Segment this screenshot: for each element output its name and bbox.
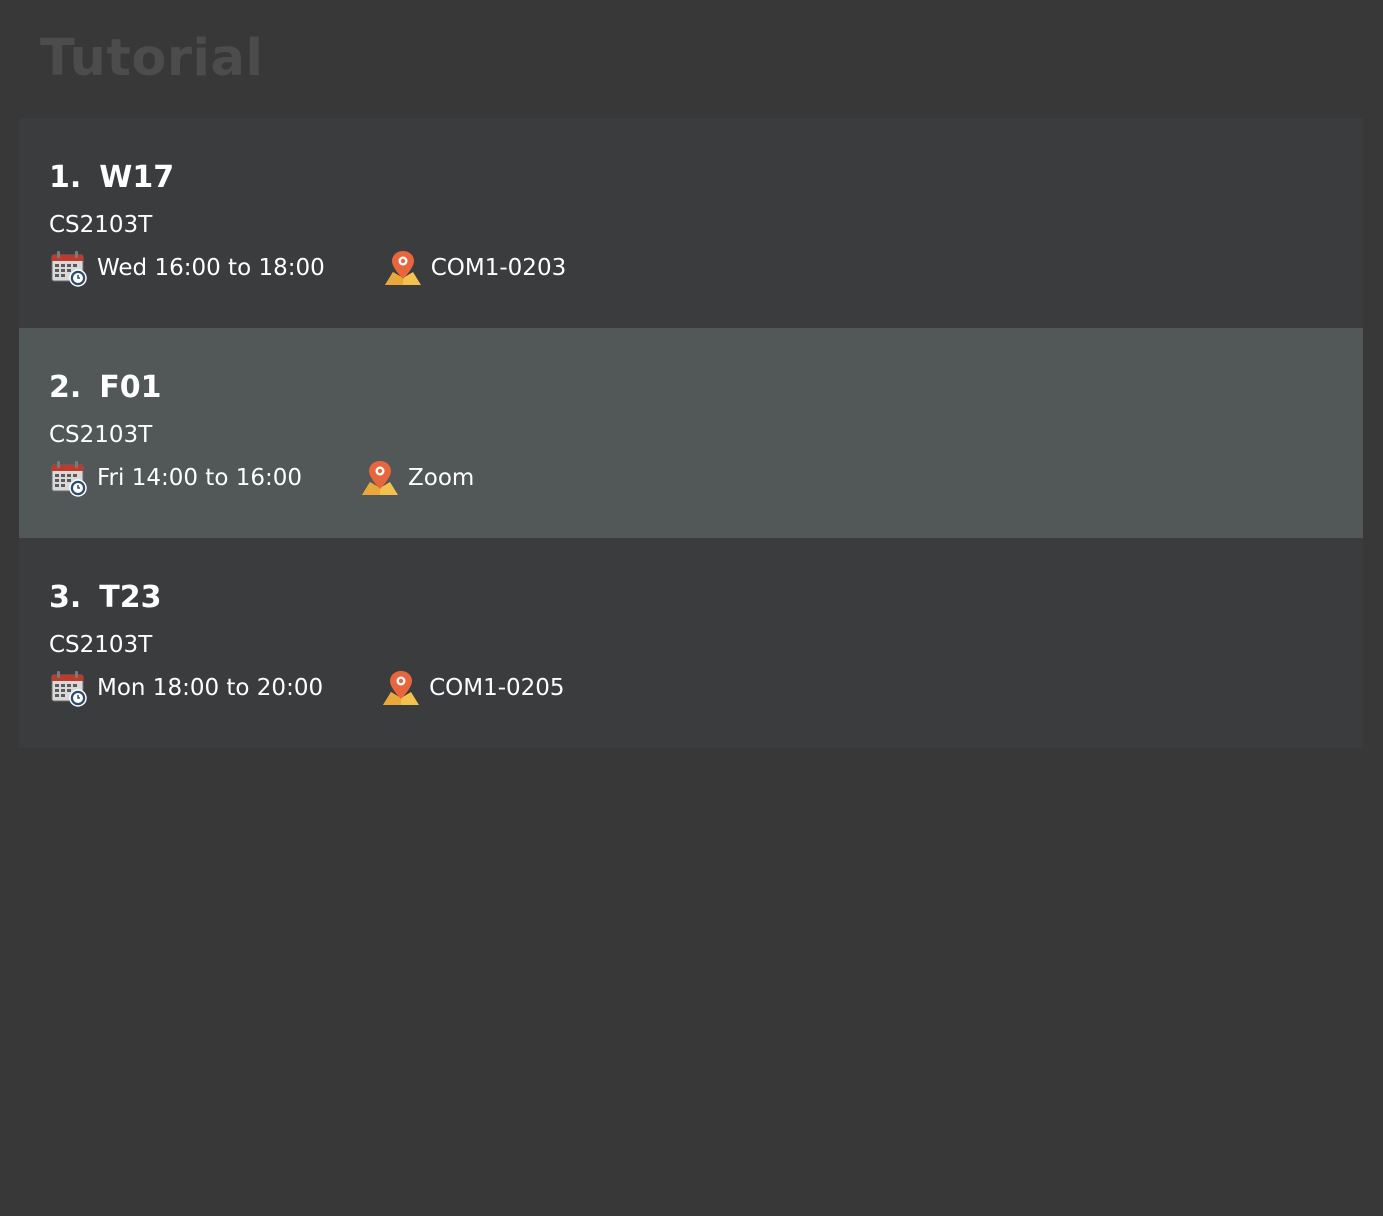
tutorial-time: Wed 16:00 to 18:00 [97,255,325,281]
tutorial-venue-group: Zoom [360,458,474,498]
tutorial-name: T23 [99,580,162,615]
tutorial-list: 1. W17 CS2103T Wed 16:00 to 18:00 COM1-0… [19,118,1363,748]
tutorial-module: CS2103T [49,212,153,238]
tutorial-details: Mon 18:00 to 20:00 COM1-0205 [49,668,565,708]
tutorial-module: CS2103T [49,422,153,448]
tutorial-time: Mon 18:00 to 20:00 [97,675,324,701]
tutorial-venue: COM1-0203 [430,255,567,281]
tutorial-index: 3. [49,580,82,615]
calendar-clock-icon [49,668,89,708]
tutorial-venue-group: COM1-0203 [383,248,566,288]
tutorial-venue-group: COM1-0205 [381,668,565,708]
tutorial-card[interactable]: 1. W17 CS2103T Wed 16:00 to 18:00 COM1-0… [19,118,1363,328]
tutorial-module: CS2103T [49,632,153,658]
tutorial-title: 2. F01 [49,368,162,408]
tutorial-time-group: Fri 14:00 to 16:00 [49,458,302,498]
tutorial-index: 1. [49,160,82,195]
tutorial-time-group: Mon 18:00 to 20:00 [49,668,323,708]
tutorial-time-group: Wed 16:00 to 18:00 [49,248,325,288]
map-pin-icon [360,458,400,498]
tutorial-time: Fri 14:00 to 16:00 [97,465,302,491]
tutorial-card[interactable]: 2. F01 CS2103T Fri 14:00 to 16:00 Zoom [19,328,1363,538]
tutorial-venue: COM1-0205 [429,675,565,701]
tutorial-index: 2. [49,370,82,405]
tutorial-details: Wed 16:00 to 18:00 COM1-0203 [49,248,566,288]
calendar-clock-icon [49,248,89,288]
map-pin-icon [383,248,423,288]
map-pin-icon [381,668,421,708]
tutorial-name: W17 [99,160,175,195]
tutorial-title: 3. T23 [49,578,162,618]
tutorial-card[interactable]: 3. T23 CS2103T Mon 18:00 to 20:00 COM1-0… [19,538,1363,748]
tutorial-title: 1. W17 [49,158,174,198]
tutorial-name: F01 [99,370,162,405]
calendar-clock-icon [49,458,89,498]
tutorial-venue: Zoom [408,465,475,491]
tutorial-details: Fri 14:00 to 16:00 Zoom [49,458,474,498]
page-title: Tutorial [40,29,264,88]
